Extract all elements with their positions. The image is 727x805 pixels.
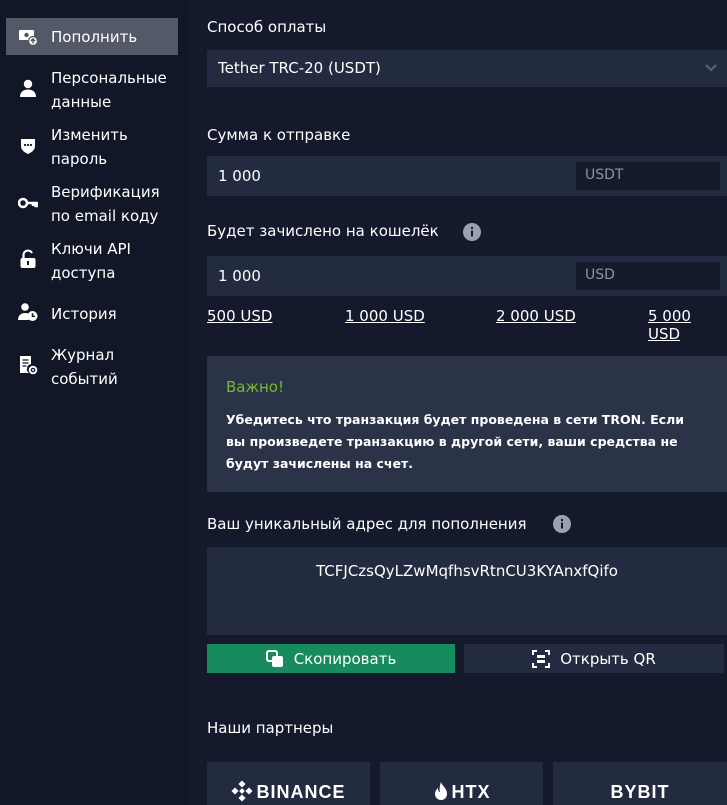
sidebar-item-label: Пополнить (51, 27, 138, 46)
chevron-down-icon (705, 64, 717, 72)
info-icon[interactable] (463, 223, 481, 241)
sidebar-item-deposit[interactable]: Пополнить (6, 18, 178, 55)
address-label: Ваш уникальный адрес для пополнения (207, 515, 527, 533)
quick-amount-500[interactable]: 500 USD (207, 307, 272, 325)
sidebar-item-label: данные (51, 93, 112, 111)
copy-button-label: Скопировать (293, 649, 397, 668)
credit-input[interactable]: 1 000 USD (207, 256, 727, 296)
amount-input[interactable]: 1 000 USDT (207, 156, 727, 196)
credit-value: 1 000 (218, 267, 261, 285)
amount-value: 1 000 (218, 167, 261, 185)
quick-amount-5000[interactable]: 5 000 USD (648, 307, 727, 343)
sidebar-item-event-log[interactable]: Журнал событий (6, 343, 178, 391)
qr-scan-icon (532, 649, 551, 668)
sidebar-item-change-password[interactable]: Изменить пароль (6, 123, 178, 171)
sidebar-item-label: по email коду (51, 207, 159, 225)
credit-label: Будет зачислено на кошелёк (207, 222, 439, 240)
notice-title: Важно! (226, 378, 284, 396)
partner-name: BYBIT (610, 782, 670, 802)
partner-htx[interactable]: HTX (380, 762, 543, 805)
payment-method-value: Tether TRC-20 (USDT) (218, 59, 381, 77)
open-qr-button[interactable]: Открыть QR (464, 644, 724, 673)
sidebar-item-history[interactable]: История (6, 302, 178, 326)
sidebar-item-label: История (51, 305, 117, 323)
deposit-address-box[interactable]: TCFJCzsQyLZwMqfhsvRtnCU3KYAnxfQifo (207, 547, 727, 635)
copy-icon (265, 649, 283, 667)
lock-icon (20, 249, 36, 268)
info-icon[interactable] (553, 515, 571, 533)
page: Пополнить Персональные данные Изменить п… (0, 0, 727, 805)
password-shield-icon (21, 139, 35, 154)
deposit-icon (19, 29, 38, 46)
sidebar: Пополнить Персональные данные Изменить п… (0, 0, 188, 805)
person-icon (20, 79, 36, 97)
partner-bybit[interactable]: BYBIT (553, 762, 727, 805)
important-notice: Важно! Убедитесь что транзакция будет пр… (207, 356, 727, 492)
sidebar-item-label: событий (51, 370, 118, 388)
payment-method-label: Способ оплаты (207, 18, 327, 36)
sidebar-item-label: доступа (51, 264, 116, 282)
sidebar-item-label: Ключи API (51, 240, 131, 258)
sidebar-item-email-verification[interactable]: Верификация по email коду (6, 180, 178, 228)
deposit-form: Способ оплаты Tether TRC-20 (USDT) Сумма… (188, 0, 727, 805)
copy-button[interactable]: Скопировать (207, 644, 455, 673)
sidebar-item-label: пароль (51, 150, 108, 168)
partner-name: HTX (451, 782, 491, 802)
partner-name: BINANCE (256, 782, 346, 802)
amount-currency: USDT (576, 162, 720, 190)
sidebar-item-label: Персональные (51, 69, 167, 87)
sidebar-item-label: Изменить (51, 126, 128, 144)
sidebar-item-api-keys[interactable]: Ключи API доступа (6, 237, 178, 285)
sidebar-item-label: Журнал (51, 346, 115, 364)
amount-label: Сумма к отправке (207, 126, 351, 144)
flame-icon (434, 782, 447, 800)
event-log-icon (20, 356, 38, 375)
binance-logo-icon (231, 780, 254, 802)
sidebar-item-label: Верификация (51, 183, 160, 201)
sidebar-item-personal-data[interactable]: Персональные данные (6, 66, 178, 114)
quick-amount-2000[interactable]: 2 000 USD (496, 307, 576, 325)
partners-label: Наши партнеры (207, 719, 334, 737)
quick-amount-1000[interactable]: 1 000 USD (345, 307, 425, 325)
deposit-address[interactable]: TCFJCzsQyLZwMqfhsvRtnCU3KYAnxfQifo (207, 562, 727, 580)
notice-text: Убедитесь что транзакция будет проведена… (226, 412, 685, 471)
payment-method-select[interactable]: Tether TRC-20 (USDT) (207, 50, 727, 87)
partner-binance[interactable]: BINANCE (207, 762, 370, 805)
key-icon (18, 197, 38, 209)
qr-button-label: Открыть QR (560, 649, 656, 668)
user-clock-icon (18, 303, 38, 321)
credit-currency: USD (576, 262, 720, 290)
